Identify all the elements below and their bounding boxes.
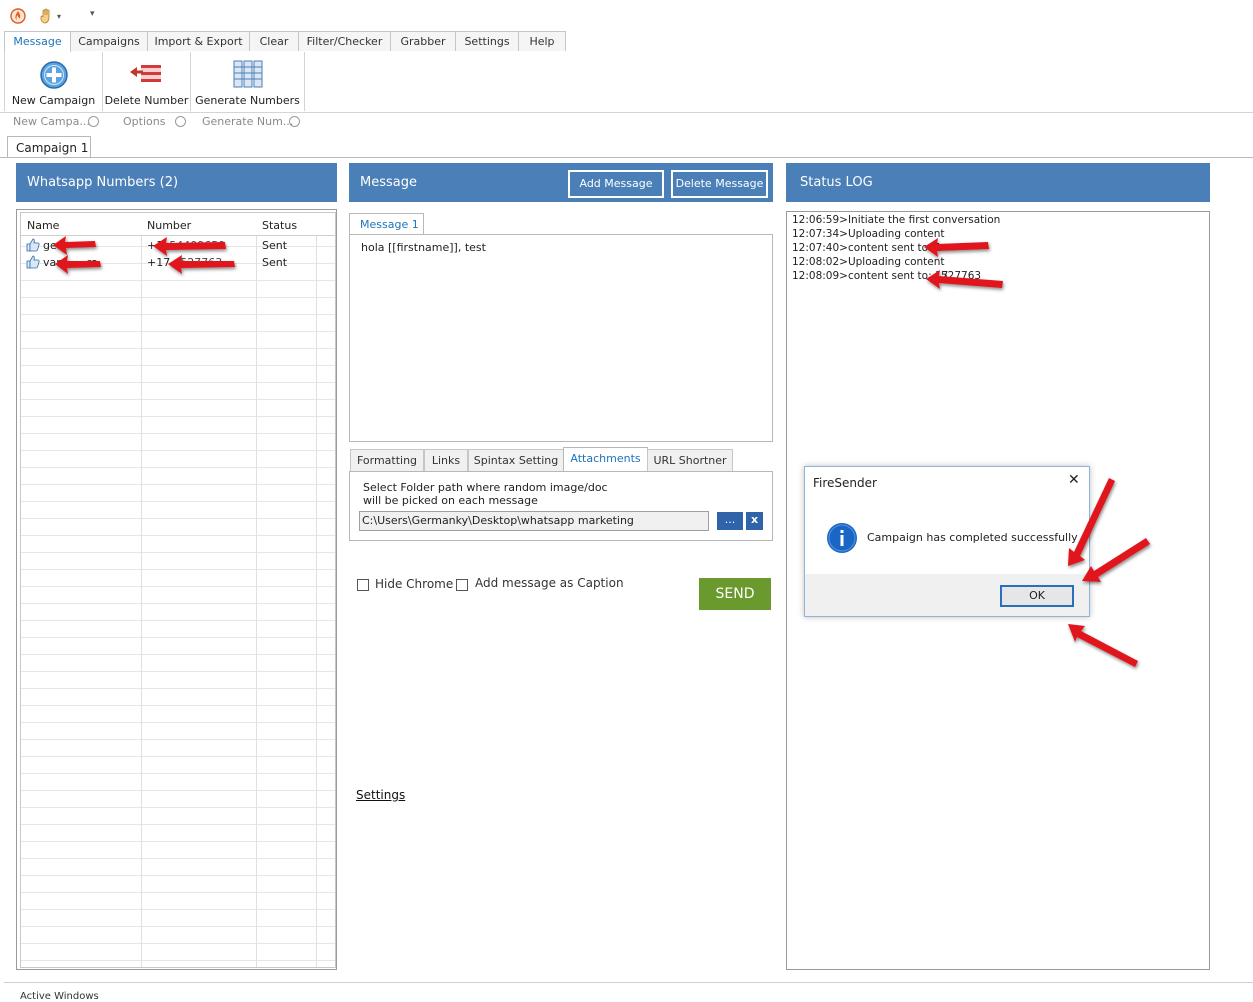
hide-chrome-checkbox[interactable] xyxy=(357,579,369,591)
status-panel-title: Status LOG xyxy=(800,175,873,190)
row-name: ge xyxy=(43,239,57,252)
group-launcher-icon[interactable] xyxy=(88,116,99,127)
message-panel-header: Message Add Message Delete Message xyxy=(349,163,773,202)
hide-chrome-label: Hide Chrome xyxy=(375,577,454,591)
log-line: 12:07:40>content sent to: 1 xyxy=(792,242,942,254)
columns-icon xyxy=(233,60,263,88)
column-name[interactable]: Name xyxy=(27,219,59,232)
delete-message-button[interactable]: Delete Message xyxy=(671,170,768,198)
thumbs-up-icon xyxy=(26,238,40,252)
row-number: +17 527763 xyxy=(147,256,223,269)
dropdown-arrow-icon[interactable]: ▾ xyxy=(57,12,61,21)
numbers-grid[interactable]: Name Number Status ge +1 54409659 Sent va… xyxy=(20,212,336,968)
column-status[interactable]: Status xyxy=(262,219,297,232)
generate-numbers-button[interactable]: Generate Numbers xyxy=(191,52,305,111)
tab-settings[interactable]: Settings xyxy=(455,31,519,51)
dialog-title: FireSender xyxy=(813,476,877,490)
message-text: hola [[firstname]], test xyxy=(361,241,486,254)
grid-header: Name Number Status xyxy=(21,213,335,236)
folder-path-input[interactable]: C:\Users\Germanky\Desktop\whatsapp marke… xyxy=(359,511,709,531)
row-name: var ra xyxy=(43,256,99,269)
log-line: 12:08:09>content sent to: 17 xyxy=(792,270,949,282)
add-message-button[interactable]: Add Message xyxy=(568,170,664,198)
window-bottom-border xyxy=(4,982,1253,983)
log-line: 527763 xyxy=(941,270,982,282)
delete-number-button[interactable]: Delete Number xyxy=(103,52,191,111)
tab-campaign-1[interactable]: Campaign 1 xyxy=(7,136,91,158)
close-icon[interactable]: ✕ xyxy=(1068,472,1080,488)
ribbon-group-labels: New Campa... Options Generate Num... xyxy=(0,113,1253,131)
send-button[interactable]: SEND xyxy=(699,578,771,610)
attach-hint-1: Select Folder path where random image/do… xyxy=(363,481,608,494)
tab-import-export[interactable]: Import & Export xyxy=(147,31,250,51)
thumbs-up-icon xyxy=(26,255,40,269)
new-campaign-label: New Campaign xyxy=(11,94,96,107)
numbers-panel-title: Whatsapp Numbers (2) xyxy=(27,175,179,190)
app-flame-icon[interactable] xyxy=(10,8,26,24)
ok-button[interactable]: OK xyxy=(1000,585,1074,607)
footer-text: Active Windows xyxy=(20,991,99,1002)
tab-message-1[interactable]: Message 1 xyxy=(349,213,424,235)
settings-link[interactable]: Settings xyxy=(356,788,405,802)
add-circle-icon xyxy=(40,61,68,89)
tab-formatting[interactable]: Formatting xyxy=(350,449,424,472)
customize-toolbar-icon[interactable]: ▾ xyxy=(90,9,95,19)
tab-spintax-setting[interactable]: Spintax Setting xyxy=(468,449,564,472)
clear-path-button[interactable]: x xyxy=(746,512,763,530)
tab-help[interactable]: Help xyxy=(518,31,566,51)
row-status: Sent xyxy=(262,239,288,252)
delete-number-label: Delete Number xyxy=(104,94,189,107)
row-status: Sent xyxy=(262,256,288,269)
tab-links[interactable]: Links xyxy=(424,449,468,472)
tab-filter-checker[interactable]: Filter/Checker xyxy=(298,31,391,51)
add-caption-checkbox[interactable] xyxy=(456,579,468,591)
tab-attachments[interactable]: Attachments xyxy=(563,447,648,472)
log-line: 12:06:59>Initiate the first conversation xyxy=(792,214,1001,226)
table-row[interactable]: ge +1 54409659 Sent xyxy=(21,237,335,254)
delete-list-icon xyxy=(130,65,161,82)
attach-hint-2: will be picked on each message xyxy=(363,494,538,507)
generate-numbers-label: Generate Numbers xyxy=(195,94,300,107)
table-row[interactable]: var ra +17 527763 Sent xyxy=(21,254,335,271)
info-icon xyxy=(827,523,857,553)
group-options: Options xyxy=(123,115,166,128)
tab-url-shortner[interactable]: URL Shortner xyxy=(647,449,733,472)
message-editor[interactable]: hola [[firstname]], test xyxy=(349,234,773,442)
document-tab-divider xyxy=(0,157,1253,158)
tab-message[interactable]: Message xyxy=(4,31,71,52)
dialog-message: Campaign has completed successfully xyxy=(867,531,1078,544)
group-new-campaign: New Campa... xyxy=(13,115,90,128)
tab-campaigns[interactable]: Campaigns xyxy=(70,31,148,51)
hand-icon[interactable] xyxy=(38,8,54,24)
ribbon-body: New Campaign Delete Number Generate Numb… xyxy=(0,52,1253,113)
new-campaign-button[interactable]: New Campaign xyxy=(4,52,103,111)
group-launcher-icon[interactable] xyxy=(289,116,300,127)
add-caption-label: Add message as Caption xyxy=(475,576,624,590)
log-line: 12:08:02>Uploading content xyxy=(792,256,945,268)
column-number[interactable]: Number xyxy=(147,219,191,232)
message-panel-title: Message xyxy=(360,175,417,190)
row-number: +1 54409659 xyxy=(147,239,226,252)
group-launcher-icon[interactable] xyxy=(175,116,186,127)
status-panel-header: Status LOG xyxy=(786,163,1210,202)
tab-grabber[interactable]: Grabber xyxy=(390,31,456,51)
numbers-panel-header: Whatsapp Numbers (2) xyxy=(16,163,337,202)
tab-clear[interactable]: Clear xyxy=(249,31,299,51)
ribbon-tab-bar: Message Campaigns Import & Export Clear … xyxy=(0,31,1253,53)
group-generate-numbers: Generate Num... xyxy=(202,115,294,128)
browse-button[interactable]: ... xyxy=(717,512,743,530)
log-line: 12:07:34>Uploading content xyxy=(792,228,945,240)
